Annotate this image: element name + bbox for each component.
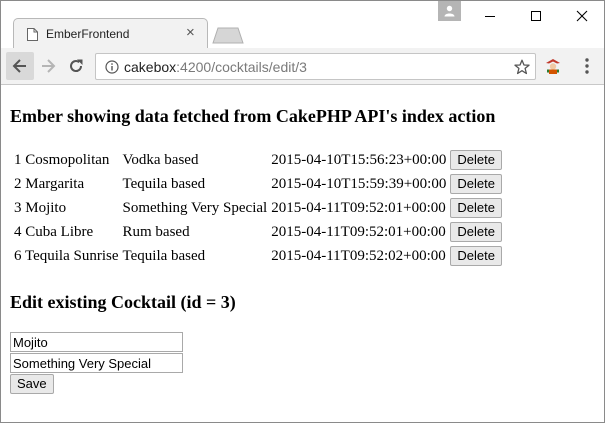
tab-close-icon[interactable]: × (186, 24, 195, 41)
reload-button[interactable] (62, 52, 90, 80)
info-icon[interactable] (105, 60, 119, 74)
url-host: cakebox (124, 59, 177, 75)
minimize-icon[interactable] (480, 6, 500, 26)
cocktail-name: Margarita (25, 175, 85, 192)
forward-arrow-icon (42, 59, 56, 73)
url-path: :4200/cocktails/edit/3 (176, 59, 307, 75)
reload-icon (70, 59, 83, 72)
cocktail-description: Vodka based (122, 151, 199, 168)
delete-button[interactable]: Delete (450, 222, 502, 242)
table-row: 1 Cosmopolitan Vodka based 2015-04-10T15:5… (13, 149, 503, 171)
cocktail-name-input[interactable] (10, 332, 183, 352)
forward-button[interactable] (34, 52, 62, 80)
save-button[interactable]: Save (10, 374, 54, 394)
cocktail-id-name: 1 Cosmopolitan (13, 149, 120, 171)
tab-title: EmberFrontend (46, 27, 130, 41)
cocktail-created: 2015-04-11T09:52:01+00:00 (271, 223, 446, 240)
cocktail-table: 1 Cosmopolitan Vodka based 2015-04-10T15:5… (11, 147, 505, 269)
page-icon (27, 28, 38, 41)
cocktail-name: Cosmopolitan (25, 151, 110, 168)
cocktail-id-name: 4 Cuba Libre (13, 221, 120, 243)
url-text[interactable]: cakebox:4200/cocktails/edit/3 (124, 59, 307, 75)
back-button[interactable] (6, 52, 34, 80)
title-bar: EmberFrontend × (1, 1, 604, 49)
cocktail-description: Tequila based (122, 175, 206, 192)
cocktail-created: 2015-04-10T15:56:23+00:00 (271, 151, 447, 168)
cocktail-created: 2015-04-10T15:59:39+00:00 (271, 175, 447, 192)
close-icon[interactable] (572, 6, 592, 26)
cocktail-created: 2015-04-11T09:52:02+00:00 (271, 247, 446, 264)
edit-cocktail-heading: Edit existing Cocktail (id = 3) (10, 292, 236, 312)
profile-button[interactable] (438, 1, 461, 21)
maximize-icon[interactable] (526, 6, 546, 26)
delete-button[interactable]: Delete (450, 174, 502, 194)
delete-cell: Delete (449, 221, 503, 243)
delete-button[interactable]: Delete (450, 150, 502, 170)
table-row: 3 Mojito Something Very Special 2015-04-11… (13, 197, 503, 219)
cocktail-name: Mojito (25, 199, 67, 216)
menu-kebab-icon[interactable] (578, 56, 596, 76)
cocktail-description-input[interactable] (10, 353, 183, 373)
cocktail-id: 3 (14, 199, 22, 216)
cocktail-created: 2015-04-11T09:52:01+00:00 (271, 199, 446, 216)
extension-icon[interactable] (544, 57, 562, 75)
delete-cell: Delete (449, 173, 503, 195)
cocktail-id: 2 (14, 175, 22, 192)
table-row: 2 Margarita Tequila based 2015-04-10T15:59… (13, 173, 503, 195)
table-row: 4 Cuba Libre Rum based 2015-04-11T09:52:01… (13, 221, 503, 243)
cocktail-id: 1 (14, 151, 22, 168)
tab-ember-frontend[interactable]: EmberFrontend × (13, 18, 208, 49)
cocktail-description: Rum based (122, 223, 190, 240)
browser-toolbar: cakebox:4200/cocktails/edit/3 (1, 48, 604, 85)
browser-window: EmberFrontend × cakebox:4200/cocktails/e… (0, 0, 605, 423)
bookmark-star-icon[interactable] (514, 59, 530, 75)
person-icon (444, 5, 455, 17)
cocktail-name: Tequila Sunrise (24, 247, 119, 264)
delete-cell: Delete (449, 149, 503, 171)
cocktail-list-heading: Ember showing data fetched from CakePHP … (10, 106, 496, 126)
cocktail-id-name: 6 Tequila Sunrise (13, 245, 120, 267)
delete-cell: Delete (449, 197, 503, 219)
delete-button[interactable]: Delete (450, 198, 502, 218)
table-row: 6 Tequila Sunrise Tequila based 2015-04-11… (13, 245, 503, 267)
cocktail-id: 4 (14, 223, 22, 240)
delete-cell: Delete (449, 245, 503, 267)
delete-button[interactable]: Delete (450, 246, 502, 266)
address-bar[interactable]: cakebox:4200/cocktails/edit/3 (95, 53, 536, 80)
cocktail-name: Cuba Libre (25, 223, 94, 240)
back-arrow-icon (12, 59, 26, 73)
new-tab-button[interactable] (212, 27, 244, 44)
cocktail-id: 6 (14, 247, 22, 264)
cocktail-id-name: 3 Mojito (13, 197, 120, 219)
cocktail-description: Something Very Special (122, 199, 268, 216)
cocktail-description: Tequila based (122, 247, 206, 264)
page-content: Ember showing data fetched from CakePHP … (1, 86, 604, 422)
cocktail-id-name: 2 Margarita (13, 173, 120, 195)
